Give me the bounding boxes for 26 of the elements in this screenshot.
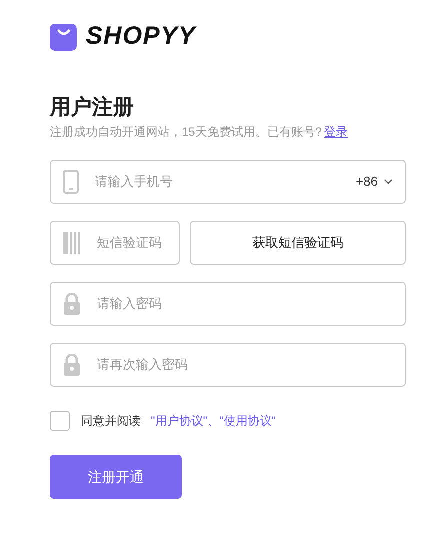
agreement-checkbox[interactable] [50,411,70,431]
login-link[interactable]: 登录 [324,125,348,139]
country-code-selector[interactable]: +86 [356,172,393,192]
phone-input[interactable]: 请输入手机号 [95,172,340,192]
agreement-link[interactable]: "用户协议" [151,412,208,430]
shopping-bag-icon [50,23,80,51]
chevron-down-icon [384,179,393,185]
password-input[interactable]: 请输入密码 [97,294,393,314]
password-input[interactable]: 请再次输入密码 [97,355,393,375]
separator-text: 、 [208,413,220,430]
agreement-link[interactable]: "使用协议" [220,412,276,430]
lock-icon [63,354,81,376]
get-sms-code-button[interactable]: 获取短信验证码 [190,221,406,265]
phone-input-field[interactable]: 请输入手机号 +86 [50,160,406,204]
page-title: 用户注册 [50,94,135,121]
sms-code-input[interactable]: 短信验证码 [97,233,167,253]
barcode-icon [63,232,81,254]
password-field[interactable]: 请再次输入密码 [50,343,406,387]
register-button[interactable]: 注册开通 [50,455,182,499]
password-field[interactable]: 请输入密码 [50,282,406,326]
brand-logo-text: SHOPYY [86,21,196,52]
agreement-label: 同意并阅读 [81,413,141,430]
sms-code-field[interactable]: 短信验证码 [50,221,180,265]
subtitle-text: 注册成功自动开通网站，15天免费试用。已有账号? [50,125,322,139]
phone-icon [63,170,79,194]
lock-icon [63,293,81,315]
